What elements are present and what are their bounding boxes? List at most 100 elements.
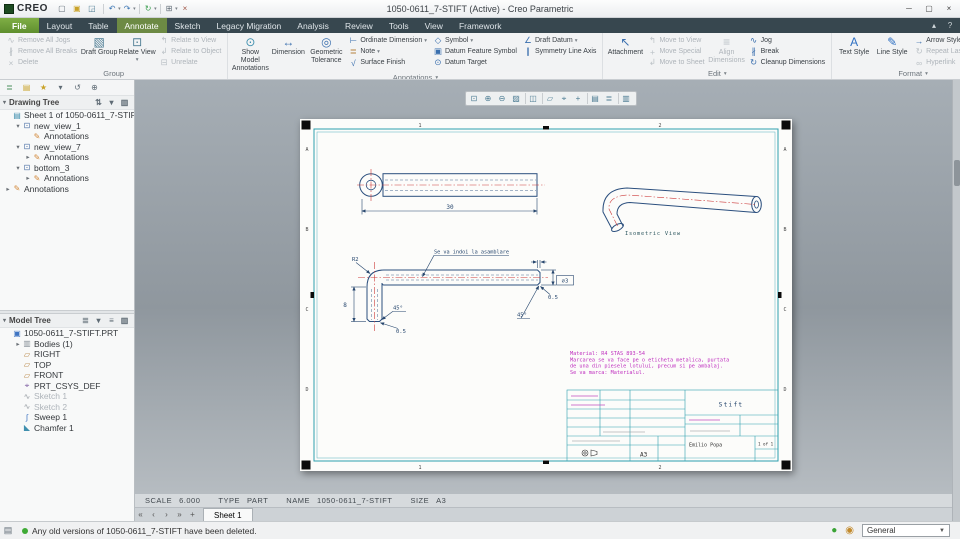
tab-legacy-migration[interactable]: Legacy Migration xyxy=(209,18,290,33)
dim-radius-text[interactable]: R2 xyxy=(352,257,359,263)
go-next-button[interactable]: › xyxy=(161,508,174,522)
minimize-ribbon-icon[interactable]: ▴ xyxy=(928,21,940,30)
folder-browser-button[interactable]: ▤ xyxy=(20,81,35,94)
chamfer-angle-right-text[interactable]: 45° xyxy=(517,313,527,319)
expand-caret-icon[interactable]: ▸ xyxy=(14,340,22,348)
view-manager-button[interactable]: ≣ xyxy=(603,92,617,105)
model-status-icon[interactable]: ● xyxy=(831,525,837,536)
tab-annotate[interactable]: Annotate xyxy=(116,18,167,33)
surface-finish-button[interactable]: √ Surface Finish xyxy=(346,57,429,68)
tree-item[interactable]: ▾ ⊡ new_view_7 xyxy=(0,142,134,153)
note-button[interactable]: ≣ Note ▾ xyxy=(346,46,429,57)
attachment-button[interactable]: ↖ Attachment xyxy=(606,35,644,57)
line-style-button[interactable]: ✎ Line Style xyxy=(873,35,911,57)
tree-item[interactable]: ▾ ⊡ bottom_3 xyxy=(0,163,134,174)
tab-layout[interactable]: Layout xyxy=(39,18,81,33)
jog-button[interactable]: ∿ Jog xyxy=(747,35,828,46)
expand-caret-icon[interactable]: ▾ xyxy=(14,143,22,151)
help-icon[interactable]: ? xyxy=(944,21,956,30)
open-button[interactable]: ▣ xyxy=(71,2,85,16)
group-dialog-caret-icon[interactable]: ▾ xyxy=(724,71,727,77)
break-button[interactable]: ∦ Break xyxy=(747,46,828,57)
tree-item[interactable]: ◣ Chamfer 1 xyxy=(0,423,134,434)
notification-icon[interactable]: ◉ xyxy=(845,525,854,536)
chamfer-depth-right-text[interactable]: 0.5 xyxy=(548,295,558,301)
draft-datum-button[interactable]: ∠ Draft Datum ▾ xyxy=(521,35,598,46)
datum-display-button[interactable]: ▱ xyxy=(544,92,558,105)
expand-caret-icon[interactable]: ▾ xyxy=(14,164,22,172)
maximize-button[interactable]: ▢ xyxy=(920,1,940,17)
list-button[interactable]: ≣ xyxy=(81,316,92,325)
filter-caret-button[interactable]: ▾ xyxy=(107,98,118,107)
tree-item[interactable]: ▸ ✎ Annotations xyxy=(0,152,134,163)
display-style-button[interactable]: ◫ xyxy=(527,92,541,105)
symmetry-line-axis-button[interactable]: ∥ Symmetry Line Axis xyxy=(521,46,598,57)
tree-item[interactable]: ▸ ✎ Annotations xyxy=(0,173,134,184)
tree-item[interactable]: ∫ Sweep 1 xyxy=(0,412,134,423)
dim-height-text[interactable]: 8 xyxy=(343,302,347,309)
filter-dropdown[interactable]: General ▼ xyxy=(862,524,950,537)
history-button[interactable]: ↺ xyxy=(71,81,86,94)
go-first-button[interactable]: « xyxy=(135,508,148,522)
expand-caret-icon[interactable]: ▸ xyxy=(24,153,32,161)
minimize-button[interactable]: ─ xyxy=(900,1,920,17)
tab-file[interactable]: File xyxy=(0,18,39,33)
dropdown-caret-button[interactable]: ▾ xyxy=(54,81,69,94)
tab-sketch[interactable]: Sketch xyxy=(167,18,209,33)
regenerate-button[interactable]: ↻ ▾ xyxy=(143,2,157,16)
geometric-tolerance-button[interactable]: ◎ Geometric Tolerance xyxy=(307,35,345,65)
tree-item[interactable]: ⌖ PRT_CSYS_DEF xyxy=(0,381,134,392)
tab-tools[interactable]: Tools xyxy=(381,18,417,33)
sheet-tab-active[interactable]: Sheet 1 xyxy=(203,508,253,521)
model-tree-panel-button[interactable]: ≣ xyxy=(3,81,18,94)
annotation-display-button[interactable]: ⌖ xyxy=(558,92,572,105)
expand-caret-icon[interactable]: ▾ xyxy=(14,122,22,130)
tree-item[interactable]: ▱ RIGHT xyxy=(0,349,134,360)
drawing-sheet[interactable]: A B C D A B C D 1 2 1 2 30 Isometric Vie… xyxy=(300,119,792,471)
tab-view[interactable]: View xyxy=(417,18,451,33)
symbol-button[interactable]: ◇ Symbol ▾ xyxy=(431,35,519,46)
windows-button[interactable]: ⊞ ▾ xyxy=(164,2,178,16)
redo-button[interactable]: ↷ ▾ xyxy=(122,2,136,16)
columns-button[interactable]: ▥ xyxy=(120,98,131,107)
add-sheet-button[interactable]: + xyxy=(187,508,200,522)
filter-caret-button[interactable]: ▾ xyxy=(94,316,105,325)
vertical-scrollbar[interactable] xyxy=(952,80,960,521)
close-window-button[interactable]: × xyxy=(179,2,193,16)
assembly-note-text[interactable]: Se va indoi la asamblare xyxy=(434,250,509,256)
expand-caret-icon[interactable]: ▸ xyxy=(24,174,32,182)
tab-framework[interactable]: Framework xyxy=(451,18,510,33)
tab-table[interactable]: Table xyxy=(80,18,116,33)
dim-diameter-text[interactable]: ⌀3 xyxy=(562,279,569,285)
text-style-button[interactable]: A Text Style xyxy=(835,35,873,57)
dimension-button[interactable]: ↔ Dimension xyxy=(269,35,307,57)
tree-item[interactable]: ▾ ⊡ new_view_1 xyxy=(0,121,134,132)
go-last-button[interactable]: » xyxy=(174,508,187,522)
favorites-button[interactable]: ★ xyxy=(37,81,52,94)
tree-item[interactable]: ▸ ▥ Bodies (1) xyxy=(0,339,134,350)
dim-length-text[interactable]: 30 xyxy=(446,204,454,211)
connections-button[interactable]: ⊕ xyxy=(88,81,103,94)
close-button[interactable]: × xyxy=(940,1,960,17)
tab-analysis[interactable]: Analysis xyxy=(289,18,337,33)
arrow-style-button[interactable]: →Arrow Style▾ xyxy=(912,35,960,46)
zoom-in-button[interactable]: ⊕ xyxy=(482,92,496,105)
spin-center-button[interactable]: + xyxy=(572,92,586,105)
saved-views-button[interactable]: ▤ xyxy=(589,92,603,105)
tree-item[interactable]: ▱ FRONT xyxy=(0,370,134,381)
save-button[interactable]: ◲ xyxy=(86,2,100,16)
chamfer-angle-left-text[interactable]: 45° xyxy=(393,306,403,312)
tab-review[interactable]: Review xyxy=(337,18,381,33)
tree-item[interactable]: ∿ Sketch 1 xyxy=(0,391,134,402)
undo-button[interactable]: ↶ ▾ xyxy=(107,2,121,16)
scrollbar-thumb[interactable] xyxy=(954,160,960,186)
message-log-icon[interactable]: ▤ xyxy=(0,525,16,536)
layers-button[interactable]: ▥ xyxy=(620,92,634,105)
tree-item[interactable]: ▤Sheet 1 of 1050-0611_7-STIFT.DRW xyxy=(0,110,134,121)
new-button[interactable]: ▢ xyxy=(56,2,70,16)
group-dialog-caret-icon[interactable]: ▾ xyxy=(925,71,928,77)
settings-button[interactable]: ≡ xyxy=(107,316,118,325)
collapse-caret-icon[interactable]: ▾ xyxy=(3,99,6,106)
relate-view-button[interactable]: ⊡ Relate View ▾ xyxy=(118,35,156,63)
swap-button[interactable]: ⇅ xyxy=(94,98,105,107)
